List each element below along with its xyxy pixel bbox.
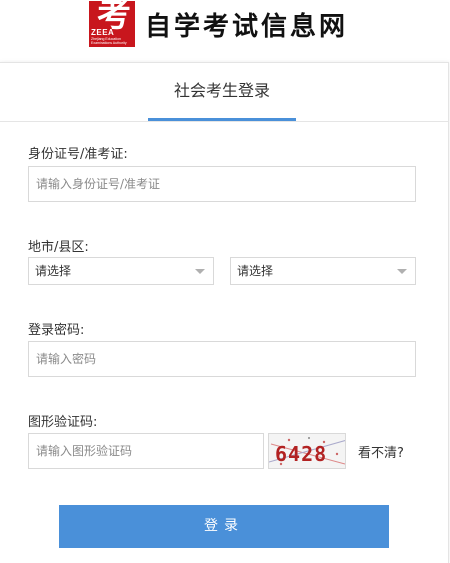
county-select-value: 请选择 (237, 264, 274, 278)
county-select[interactable]: 请选择 (230, 257, 416, 285)
site-title: 自学考试信息网 (145, 12, 349, 42)
page-header: 考 ZEEA Zhejiang Education Examinations A… (0, 0, 450, 62)
login-button[interactable]: 登录 (59, 505, 389, 548)
city-select-value: 请选择 (35, 264, 72, 278)
password-input[interactable] (28, 341, 416, 377)
login-tabbar: 社会考生登录 (0, 63, 448, 122)
active-tab-indicator (148, 118, 296, 121)
captcha-label: 图形验证码: (28, 415, 98, 430)
captcha-image[interactable]: 6428 (268, 433, 346, 469)
region-label: 地市/县区: (28, 240, 89, 255)
login-card: 社会考生登录 (0, 62, 449, 563)
logo-subtext: Zhejiang Education Examinations Authorit… (91, 37, 127, 45)
captcha-input[interactable] (28, 433, 264, 469)
zeea-logo: 考 ZEEA Zhejiang Education Examinations A… (89, 1, 135, 47)
tab-social-candidate-login[interactable]: 社会考生登录 (148, 63, 296, 121)
id-number-input[interactable] (28, 166, 416, 202)
logo-mark: ZEEA (91, 28, 115, 37)
captcha-refresh-link[interactable]: 看不清? (358, 442, 404, 461)
chevron-down-icon (397, 269, 407, 274)
chevron-down-icon (195, 269, 205, 274)
password-label: 登录密码: (28, 323, 85, 338)
id-number-label: 身份证号/准考证: (28, 147, 128, 162)
captcha-code: 6428 (275, 442, 328, 466)
city-select[interactable]: 请选择 (28, 257, 214, 285)
